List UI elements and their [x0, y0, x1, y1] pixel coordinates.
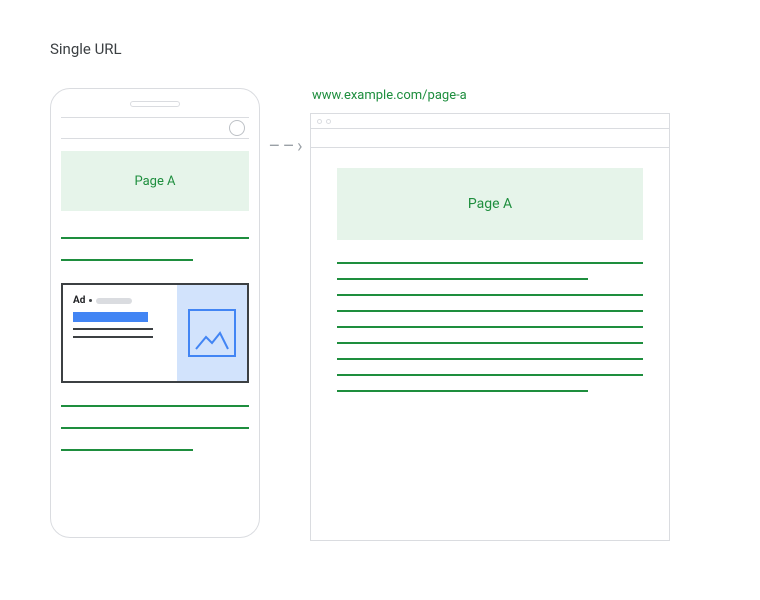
- ad-domain-placeholder: [96, 298, 132, 304]
- ad-desc-line: [73, 336, 153, 338]
- arrow-column: – – ›: [260, 136, 310, 157]
- ad-card: Ad: [61, 283, 249, 383]
- content-line: [61, 449, 193, 451]
- phone-frame: Page A Ad: [50, 88, 260, 538]
- content-line: [337, 390, 588, 392]
- content-line: [337, 262, 643, 264]
- content-line: [61, 427, 249, 429]
- content-line: [61, 237, 249, 239]
- desktop-page-header: Page A: [337, 168, 643, 240]
- ad-label: Ad: [73, 295, 85, 306]
- browser-titlebar: [311, 114, 669, 128]
- diagram-stage: Page A Ad: [50, 88, 710, 541]
- ad-text-area: Ad: [63, 285, 177, 381]
- ad-label-row: Ad: [73, 295, 167, 306]
- url-label: www.example.com/page-a: [312, 88, 670, 103]
- image-placeholder-icon: [188, 309, 236, 357]
- phone-camera-circle: [229, 120, 245, 136]
- arrow-icon: – – ›: [269, 136, 302, 157]
- dot-icon: [89, 299, 92, 302]
- window-control-icon: [317, 119, 322, 124]
- phone-page-header: Page A: [61, 151, 249, 211]
- content-line: [337, 326, 643, 328]
- content-line: [337, 342, 643, 344]
- content-line: [337, 294, 643, 296]
- content-line: [61, 259, 193, 261]
- content-line: [337, 278, 588, 280]
- mountain-icon: [194, 331, 230, 351]
- ad-image-area: [177, 285, 247, 381]
- phone-speaker: [130, 101, 180, 107]
- phone-topbar: [61, 117, 249, 139]
- browser-frame: Page A: [310, 113, 670, 541]
- content-line: [337, 374, 643, 376]
- desktop-column: www.example.com/page-a Page A: [310, 88, 670, 541]
- window-control-icon: [326, 119, 331, 124]
- content-line: [337, 310, 643, 312]
- content-line: [61, 405, 249, 407]
- browser-address-bar: [311, 128, 669, 148]
- content-line: [337, 358, 643, 360]
- ad-desc-line: [73, 328, 153, 330]
- browser-body: Page A: [311, 148, 669, 406]
- ad-headline-bar: [73, 312, 148, 322]
- diagram-title: Single URL: [50, 40, 710, 58]
